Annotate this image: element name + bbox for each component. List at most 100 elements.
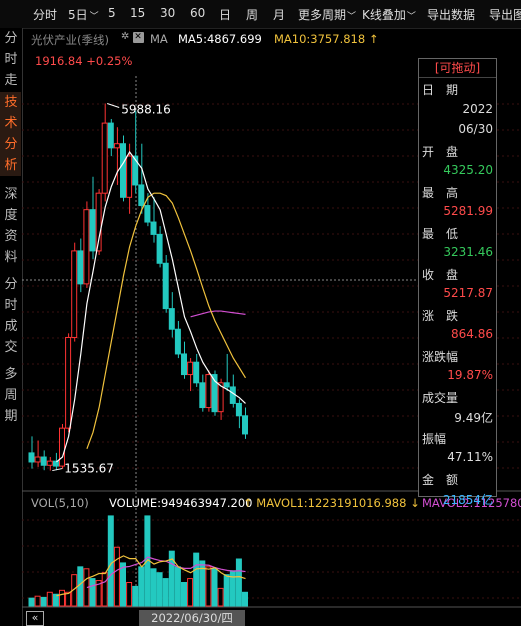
candle-body [46, 460, 53, 466]
volume-bar [89, 578, 96, 607]
data-window-row: 最 高 [419, 181, 496, 202]
volume-bar [120, 562, 126, 607]
field-label: 收 盘 [422, 267, 459, 282]
data-window-row: 5217.87 [419, 283, 496, 304]
volume-bar [77, 566, 84, 607]
scroll-left-button[interactable]: « [26, 611, 44, 626]
crosshair-date: 2022/06/30/四 [139, 610, 245, 626]
candle-body [199, 382, 206, 409]
candle-body [205, 374, 212, 409]
volume-bar [229, 570, 236, 607]
data-window-row: 成交量 [419, 386, 496, 407]
data-window-row: 金 额 [419, 468, 496, 489]
data-window-row: 19.87% [419, 365, 496, 386]
volume-bar [162, 578, 169, 607]
field-label: 涨跌幅 [422, 349, 459, 364]
candle-body [71, 250, 78, 338]
field-value: 2022 [462, 101, 493, 116]
data-window-rows: 日 期 2022 06/30 开 盘 4325.20 最 高 5281.99 最 低 3231.… [419, 78, 496, 509]
data-window-row: 2022 [419, 99, 496, 120]
volume-bar [126, 582, 133, 607]
candle-body [52, 460, 59, 467]
volume-bar [28, 597, 35, 607]
candle-body [242, 415, 248, 435]
candle-body [174, 328, 181, 355]
field-value: 5217.87 [443, 286, 493, 300]
candle-body [120, 143, 126, 198]
field-value: 21854亿 [442, 493, 493, 507]
low-price-label: 1535.67 [64, 462, 114, 476]
volume-bar [156, 572, 163, 607]
data-window-row: 9.49亿 [419, 406, 496, 427]
candle-body [181, 353, 187, 376]
field-label: 金 额 [422, 472, 459, 487]
data-window-row: 日 期 [419, 78, 496, 99]
candle-body [187, 361, 194, 376]
candle-body [77, 250, 84, 285]
data-window-row: 4325.20 [419, 160, 496, 181]
candle-body [65, 336, 72, 429]
mavol1-text: MAVOL1:1223191016.988 [256, 496, 407, 510]
volume-bar [217, 587, 224, 607]
volume-bar [34, 595, 41, 607]
volume-bar [235, 558, 242, 607]
data-window-row: 开 盘 [419, 140, 496, 161]
data-window-row: 864.86 [419, 324, 496, 345]
candle-body [193, 361, 200, 384]
field-label: 最 高 [422, 185, 459, 200]
volume-bar [181, 582, 187, 607]
volume-bar [113, 546, 120, 607]
volume-bar [242, 591, 248, 607]
field-value: 47.11% [447, 450, 493, 464]
up-arrow-icon: ↑ [243, 496, 253, 510]
volume-bar [46, 591, 53, 607]
data-window-row: 21854亿 [419, 488, 496, 509]
drag-handle[interactable]: [可拖动] [419, 59, 496, 78]
volume-bar [193, 552, 200, 607]
volume-bar [187, 578, 194, 607]
candle-body [107, 122, 114, 149]
mavol1-value: ↑ MAVOL1:1223191016.988 ↓ [243, 496, 420, 510]
volume-bar [132, 585, 139, 607]
data-window[interactable]: [可拖动] 日 期 2022 06/30 开 盘 4325.20 最 高 5281.99 最 … [418, 58, 497, 507]
volume-bar [205, 566, 212, 607]
field-label: 振幅 [422, 431, 447, 446]
ma5-line [56, 150, 246, 463]
candle-body [101, 122, 108, 194]
volume-bar [174, 566, 181, 607]
volume-bar [40, 596, 47, 607]
volume-bar [107, 515, 114, 607]
low-pointer [52, 468, 63, 472]
vol-indicator-label: VOL(5,10) [31, 496, 89, 510]
volume-bar [101, 572, 108, 607]
volume-bar [59, 589, 65, 607]
field-value: 19.87% [447, 368, 493, 382]
candle-body [229, 386, 236, 404]
candle-body [162, 262, 169, 310]
candle-body [156, 233, 163, 264]
candle-body [235, 402, 242, 417]
candle-body [168, 308, 175, 330]
candle-body [40, 456, 47, 466]
field-label: 开 盘 [422, 144, 459, 159]
field-value: 9.49亿 [454, 411, 493, 425]
candle-body [113, 143, 120, 149]
field-value: 5281.99 [443, 204, 493, 218]
data-window-row: 06/30 [419, 119, 496, 140]
data-window-row: 振幅 [419, 427, 496, 448]
field-label: 日 期 [422, 83, 459, 97]
candle-body [150, 221, 157, 235]
volume-bar [223, 574, 230, 607]
field-value: 06/30 [458, 122, 493, 136]
candle-body [223, 382, 230, 388]
candle-body [138, 184, 145, 207]
data-window-row: 5281.99 [419, 201, 496, 222]
data-window-row: 收 盘 [419, 263, 496, 284]
volume-bar [211, 568, 218, 607]
field-value: 864.86 [451, 327, 493, 341]
candle-body [89, 209, 96, 252]
field-label: 涨 跌 [422, 308, 459, 323]
volume-bar [199, 560, 206, 607]
field-label: 最 低 [422, 226, 459, 241]
volume-bar [150, 568, 157, 607]
